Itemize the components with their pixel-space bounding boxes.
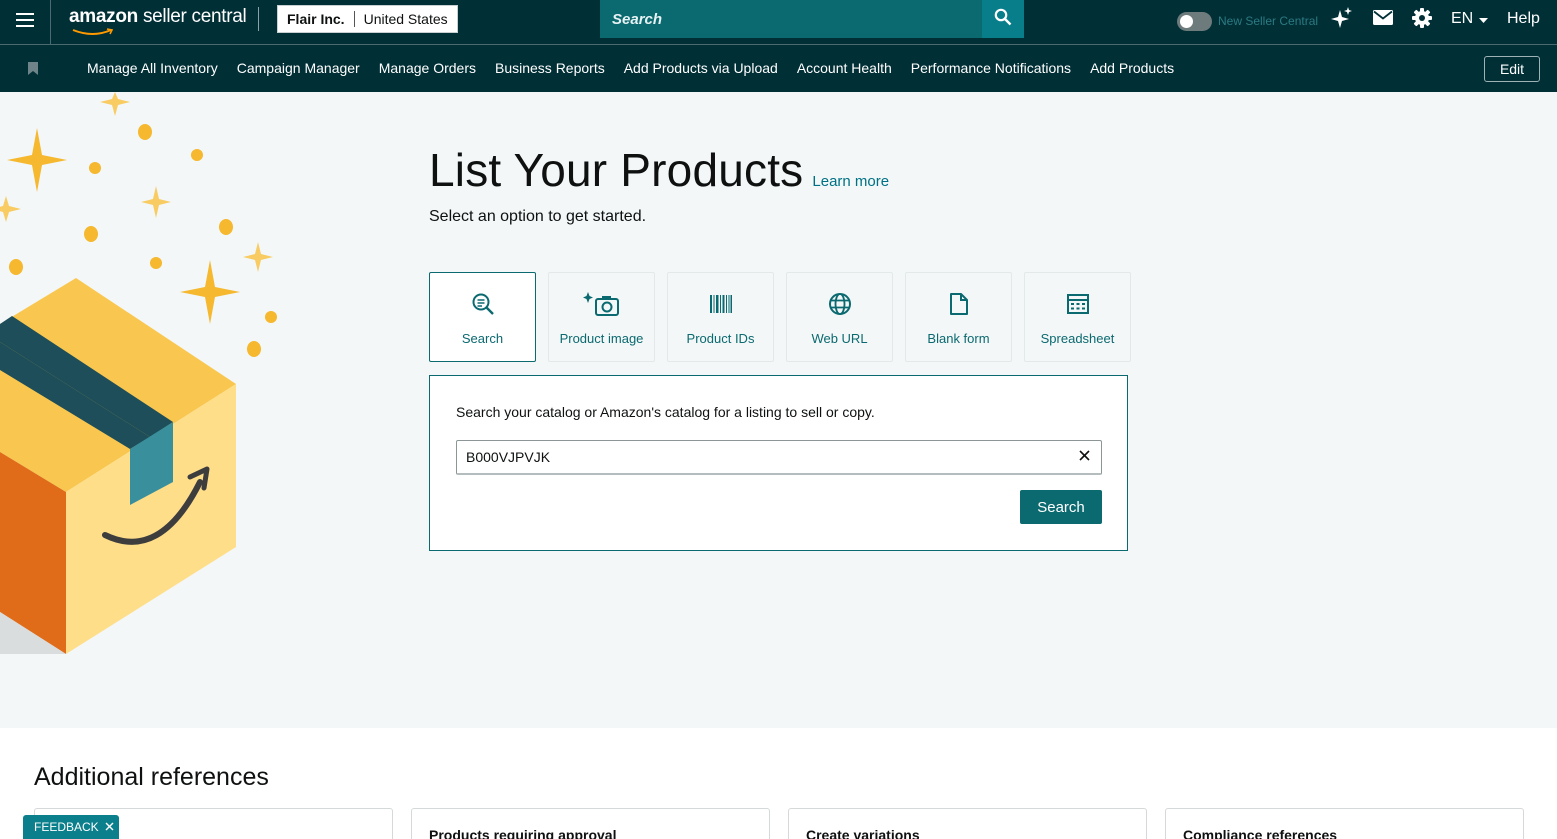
option-label: Web URL <box>811 331 868 346</box>
mail-icon <box>1373 10 1393 30</box>
nav-add-products-via-upload[interactable]: Add Products via Upload <box>624 60 778 76</box>
option-label: Product image <box>559 331 644 346</box>
toggle-knob <box>1180 15 1193 28</box>
nav-campaign-manager[interactable]: Campaign Manager <box>237 60 360 76</box>
catalog-search-input[interactable] <box>456 440 1102 475</box>
nav-add-products[interactable]: Add Products <box>1090 60 1174 76</box>
logo-brand: amazon <box>69 6 138 27</box>
nav-performance-notifications[interactable]: Performance Notifications <box>911 60 1071 76</box>
global-search-input[interactable]: Search <box>600 0 982 38</box>
language-selector[interactable]: EN <box>1451 10 1489 28</box>
menu-icon <box>16 12 34 32</box>
option-label: Search <box>461 331 504 346</box>
option-spreadsheet[interactable]: Spreadsheet <box>1024 272 1131 362</box>
option-product-image[interactable]: Product image <box>548 272 655 362</box>
settings-button[interactable] <box>1410 7 1434 33</box>
learn-more-link[interactable]: Learn more <box>812 173 889 190</box>
feedback-tab[interactable]: FEEDBACK <box>23 815 119 839</box>
feedback-label: FEEDBACK <box>34 820 99 834</box>
option-label: Product IDs <box>686 331 755 346</box>
option-product-ids[interactable]: Product IDs <box>667 272 774 362</box>
camera-icon <box>582 291 621 317</box>
global-search-button[interactable] <box>982 0 1024 38</box>
account-switcher[interactable]: Flair Inc. United States <box>277 5 458 33</box>
messages-button[interactable] <box>1371 8 1395 32</box>
option-search[interactable]: Search <box>429 272 536 362</box>
clear-input-button[interactable] <box>1075 448 1093 466</box>
option-label: Spreadsheet <box>1040 331 1115 346</box>
search-catalog-icon <box>471 291 495 317</box>
page-subtitle: Select an option to get started. <box>429 208 647 225</box>
reference-card-variations[interactable]: Create variations <box>788 808 1147 839</box>
page-title: List Your Products <box>429 144 804 196</box>
help-link[interactable]: Help <box>1507 10 1540 28</box>
listing-options: Search Product image Product IDs Web URL… <box>429 272 1131 362</box>
close-icon[interactable] <box>105 820 114 834</box>
sparkle-icon <box>1331 6 1353 34</box>
amazon-smile-icon <box>72 28 114 35</box>
page-header: List Your Products Learn more <box>429 143 889 197</box>
new-seller-central-toggle[interactable] <box>1177 12 1212 31</box>
barcode-icon <box>709 291 732 317</box>
account-name: Flair Inc. <box>278 11 355 27</box>
reference-card-compliance[interactable]: Compliance references <box>1165 808 1524 839</box>
search-panel-description: Search your catalog or Amazon's catalog … <box>456 404 875 420</box>
nav-manage-all-inventory[interactable]: Manage All Inventory <box>87 60 218 76</box>
search-icon <box>994 8 1012 31</box>
reference-cards: ...STIN? Products requiring approval Cre… <box>34 808 1524 839</box>
language-label: EN <box>1451 10 1474 27</box>
amazon-seller-central-logo[interactable]: amazon seller central <box>69 6 247 36</box>
nav-business-reports[interactable]: Business Reports <box>495 60 605 76</box>
marketplace-name: United States <box>363 11 448 27</box>
option-web-url[interactable]: Web URL <box>786 272 893 362</box>
spreadsheet-icon <box>1066 291 1089 317</box>
package-illustration <box>0 92 277 654</box>
catalog-search-button[interactable]: Search <box>1020 490 1102 524</box>
navigation-bar: Manage All Inventory Campaign Manager Ma… <box>0 45 1557 92</box>
caret-down-icon <box>1479 10 1489 28</box>
option-blank-form[interactable]: Blank form <box>905 272 1012 362</box>
additional-references-title: Additional references <box>34 763 269 791</box>
logo-divider <box>258 7 259 31</box>
additional-references-section: Additional references ...STIN? Products … <box>0 728 1557 839</box>
search-placeholder: Search <box>612 10 663 28</box>
nav-manage-orders[interactable]: Manage Orders <box>379 60 476 76</box>
reference-card-approval[interactable]: Products requiring approval <box>411 808 770 839</box>
option-label: Blank form <box>927 331 990 346</box>
nav-links: Manage All Inventory Campaign Manager Ma… <box>87 60 1174 76</box>
globe-icon <box>828 291 852 317</box>
logo-product: seller central <box>142 6 247 27</box>
edit-nav-button[interactable]: Edit <box>1484 56 1540 82</box>
document-icon <box>949 291 968 317</box>
gear-icon <box>1412 7 1432 33</box>
nav-account-health[interactable]: Account Health <box>797 60 892 76</box>
new-seller-central-label: New Seller Central <box>1218 14 1319 28</box>
bookmark-icon[interactable] <box>28 62 38 80</box>
ai-assistant-button[interactable] <box>1330 6 1354 34</box>
menu-button[interactable] <box>0 0 51 44</box>
close-icon <box>1078 448 1090 466</box>
search-panel: Search your catalog or Amazon's catalog … <box>429 375 1128 551</box>
top-bar: amazon seller central Flair Inc. United … <box>0 0 1557 45</box>
